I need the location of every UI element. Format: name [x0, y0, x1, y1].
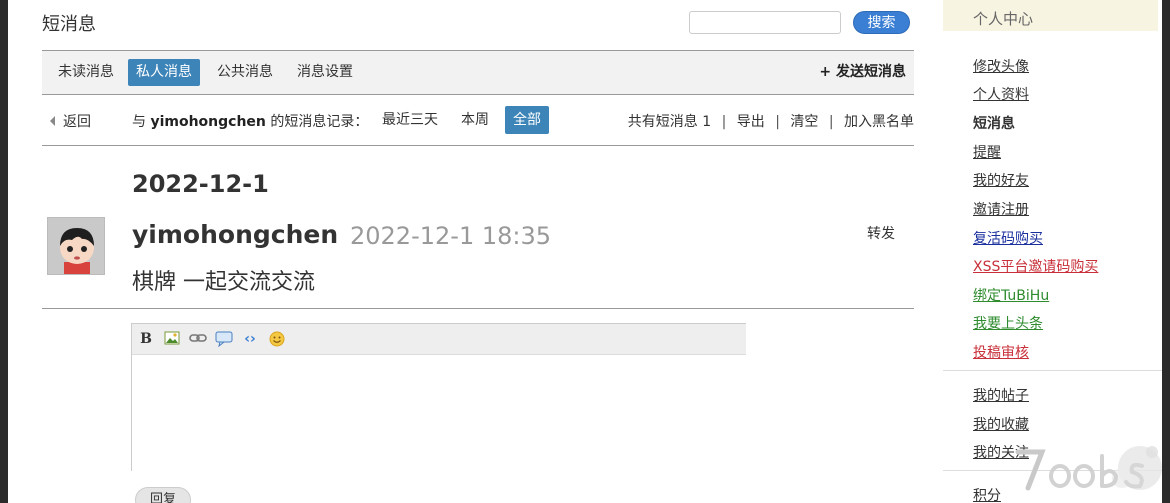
code-icon[interactable]: ‹›	[241, 331, 259, 347]
sidebar-item-headline[interactable]: 我要上头条	[973, 313, 1043, 333]
conversation-date: 2022-12-1	[132, 170, 269, 198]
sidebar-heading: 个人中心	[943, 0, 1158, 31]
message-tab-bar: 未读消息 私人消息 公共消息 消息设置 + 发送短消息	[42, 50, 914, 95]
record-suffix: 的短消息记录：	[270, 114, 369, 130]
message-body: 棋牌 一起交流交流	[132, 270, 315, 295]
quote-icon[interactable]	[215, 331, 233, 348]
avatar-image	[48, 218, 104, 274]
sidebar-item-posts[interactable]: 我的帖子	[973, 385, 1029, 405]
forward-link[interactable]: 转发	[867, 223, 895, 243]
conversation-filter-row: 返回 与 yimohongchen 的短消息记录： 最近三天 本周 全部 共有短…	[42, 96, 914, 146]
reply-editor[interactable]: B ‹›	[131, 323, 746, 471]
message-divider	[42, 308, 914, 309]
page-title: 短消息	[42, 14, 96, 35]
total-label: 共有短消息	[627, 114, 698, 130]
sidebar-item-invite[interactable]: 邀请注册	[973, 199, 1029, 219]
smiley-icon[interactable]	[268, 331, 286, 347]
user-center-sidebar: 个人中心 修改头像 个人资料 短消息 提醒 我的好友 邀请注册 复活码购买 XS…	[943, 0, 1162, 503]
bold-icon[interactable]: B	[137, 331, 155, 347]
record-user[interactable]: yimohongchen	[150, 114, 265, 130]
link-icon[interactable]	[189, 331, 207, 347]
sidebar-item-favorites[interactable]: 我的收藏	[973, 414, 1029, 434]
message-sender[interactable]: yimohongchen	[132, 220, 338, 249]
watermark-logo	[1015, 446, 1162, 491]
avatar[interactable]	[47, 217, 105, 275]
sidebar-item-messages[interactable]: 短消息	[973, 113, 1015, 133]
back-arrow-icon	[50, 116, 55, 126]
search-input[interactable]	[689, 11, 841, 34]
sidebar-item-avatar[interactable]: 修改头像	[973, 56, 1029, 76]
export-link[interactable]: 导出	[737, 114, 765, 130]
search-button[interactable]: 搜索	[853, 11, 910, 34]
window-frame-right	[1162, 0, 1170, 503]
sidebar-item-points[interactable]: 积分	[973, 485, 1001, 503]
tab-settings[interactable]: 消息设置	[289, 59, 361, 86]
editor-toolbar: B ‹›	[132, 324, 746, 355]
back-label: 返回	[63, 114, 91, 130]
window-frame-left	[0, 0, 8, 503]
tab-private[interactable]: 私人消息	[128, 59, 200, 86]
sidebar-item-reminders[interactable]: 提醒	[973, 142, 1001, 162]
sidebar-divider	[943, 370, 1162, 371]
filter-this-week[interactable]: 本周	[453, 106, 497, 134]
sidebar-item-review[interactable]: 投稿审核	[973, 342, 1029, 362]
back-link[interactable]: 返回	[50, 111, 91, 131]
send-message-button[interactable]: + 发送短消息	[819, 59, 906, 86]
filter-all[interactable]: 全部	[505, 106, 549, 134]
sidebar-item-profile[interactable]: 个人资料	[973, 84, 1029, 104]
sidebar-item-bind-tubihu[interactable]: 绑定TuBiHu	[973, 285, 1049, 305]
message-stats: 共有短消息 1 | 导出 | 清空 | 加入黑名单	[627, 114, 914, 130]
tab-unread[interactable]: 未读消息	[50, 59, 122, 86]
blacklist-link[interactable]: 加入黑名单	[844, 114, 914, 130]
image-icon[interactable]	[163, 331, 181, 347]
reply-button[interactable]: 回复	[135, 487, 191, 503]
record-description: 与 yimohongchen 的短消息记录：	[132, 111, 368, 131]
total-count: 1	[702, 114, 712, 130]
message-time: 2022-12-1 18:35	[350, 222, 551, 250]
clear-link[interactable]: 清空	[790, 114, 818, 130]
filter-last-three-days[interactable]: 最近三天	[374, 106, 446, 134]
sidebar-item-friends[interactable]: 我的好友	[973, 170, 1029, 190]
sidebar-item-revive-code[interactable]: 复活码购买	[973, 228, 1043, 248]
tab-public[interactable]: 公共消息	[209, 59, 281, 86]
sidebar-item-xss-invite[interactable]: XSS平台邀请码购买	[973, 256, 1098, 276]
record-prefix: 与	[132, 114, 146, 130]
